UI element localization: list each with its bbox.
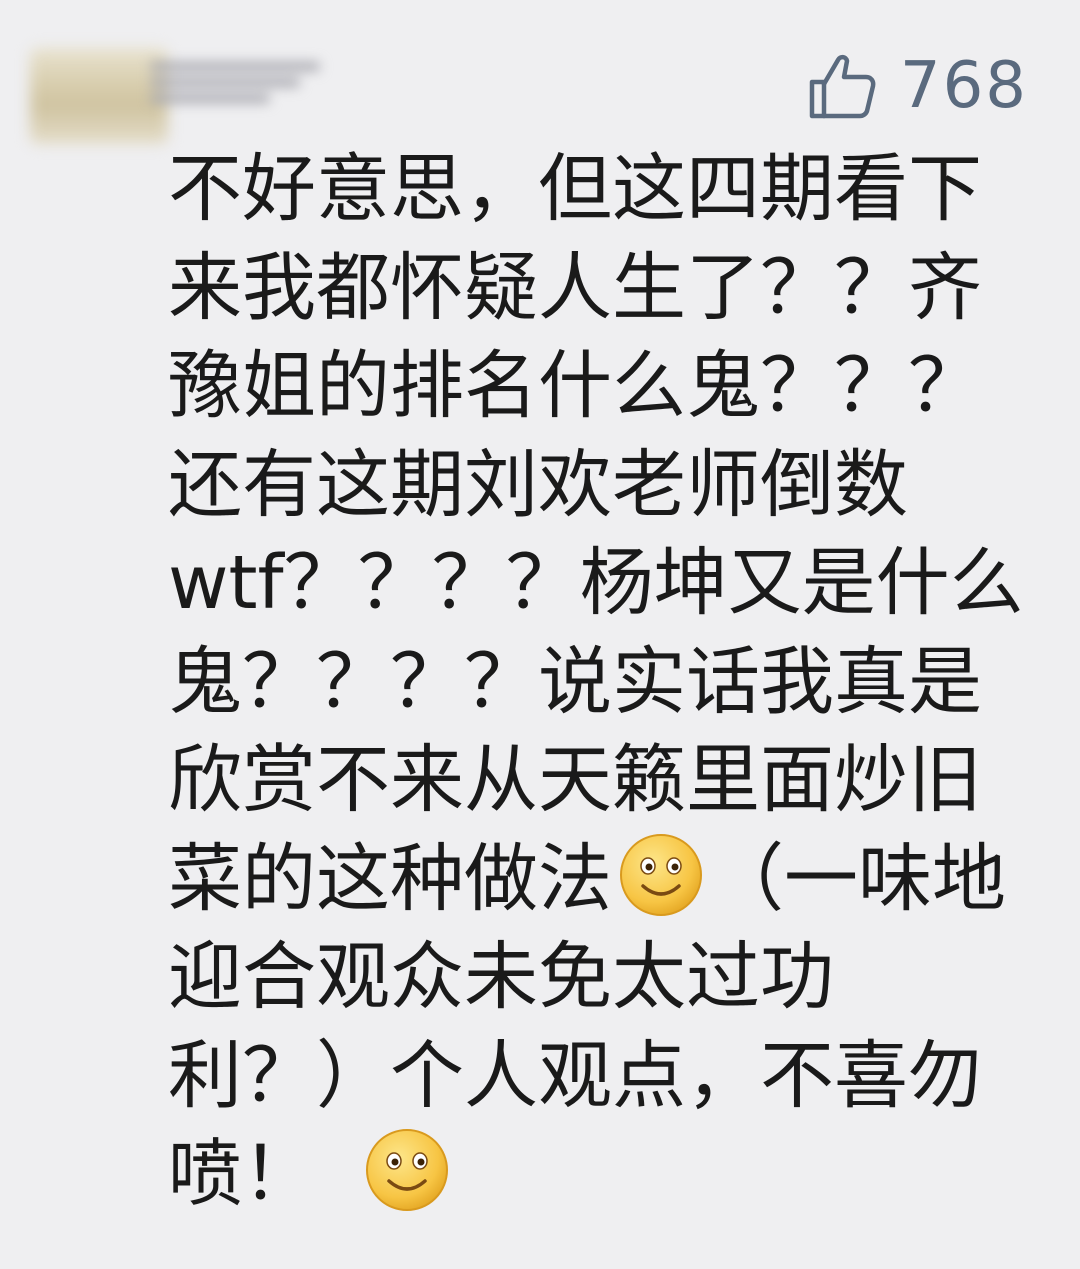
username[interactable] xyxy=(150,58,330,108)
like-button[interactable]: 768 xyxy=(806,36,1028,136)
comment-text-part-1: 不好意思，但这四期看下 来我都怀疑人生了？？齐 豫姐的排名什么鬼？？？ 还有这期… xyxy=(168,146,1024,922)
smile-emoji-icon xyxy=(618,832,704,918)
comment-card: 768 不好意思，但这四期看下 来我都怀疑人生了？？齐 豫姐的排名什么鬼？？？ … xyxy=(0,0,1080,1269)
comment-text: 不好意思，但这四期看下 来我都怀疑人生了？？齐 豫姐的排名什么鬼？？？ 还有这期… xyxy=(168,140,1028,1224)
smile-emoji-icon xyxy=(364,1127,450,1213)
user-avatar[interactable] xyxy=(30,48,168,144)
thumbs-up-icon[interactable] xyxy=(806,50,878,122)
like-count: 768 xyxy=(899,49,1028,123)
